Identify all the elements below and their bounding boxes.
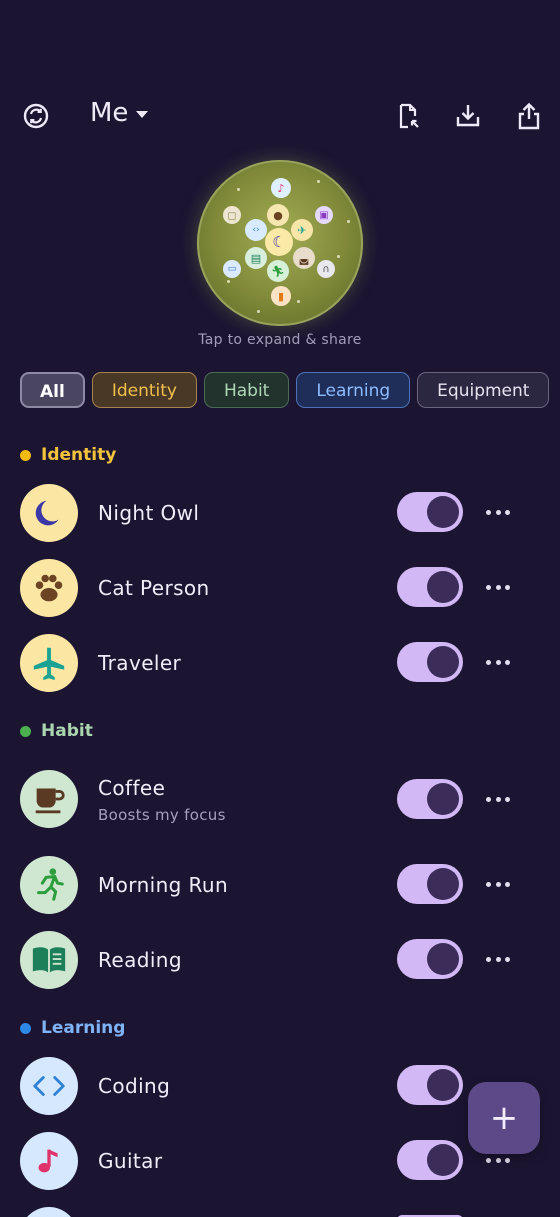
music-note-icon: ♪ (271, 178, 291, 198)
item-title: Night Owl (98, 501, 200, 525)
section-dot (20, 725, 31, 737)
watch-icon: ◻ (223, 206, 241, 224)
list-item-coding[interactable]: Coding (20, 1057, 540, 1117)
download-icon[interactable] (448, 96, 488, 136)
more-icon[interactable] (486, 500, 510, 524)
more-icon[interactable] (486, 575, 510, 599)
more-icon[interactable] (486, 872, 510, 896)
airplane-icon (20, 634, 78, 692)
chevron-down-icon (136, 110, 149, 118)
item-subtitle: Boosts my focus (98, 806, 226, 824)
list-item-coffee[interactable]: Coffee Boosts my focus (20, 770, 540, 830)
toggle-switch[interactable] (397, 1140, 463, 1180)
toggle-switch[interactable] (397, 864, 463, 904)
item-title: Guitar (98, 1149, 163, 1173)
avatar (20, 1207, 78, 1217)
toggle-switch[interactable] (397, 642, 463, 682)
item-title: Coding (98, 1074, 171, 1098)
section-label: Habit (41, 721, 93, 741)
paw-icon (20, 559, 78, 617)
moon-icon: ☾ (265, 228, 293, 256)
toggle-switch[interactable] (397, 567, 463, 607)
chip-equipment[interactable]: Equipment (417, 372, 550, 408)
list-item-partial (20, 1207, 540, 1217)
airplane-icon: ✈ (291, 219, 313, 241)
section-habit: Habit (20, 721, 93, 741)
backpack-icon: ▮ (271, 286, 291, 306)
camera-icon: ▣ (315, 206, 333, 224)
section-learning: Learning (20, 1018, 125, 1038)
more-icon[interactable] (486, 787, 510, 811)
paw-icon: ● (267, 204, 289, 226)
plus-icon: + (489, 1098, 519, 1138)
export-file-icon[interactable] (388, 96, 428, 136)
toggle-switch[interactable] (397, 939, 463, 979)
profile-label: Me (90, 98, 129, 128)
top-bar: Me (0, 92, 560, 140)
item-title: Coffee (98, 776, 166, 800)
code-icon (20, 1057, 78, 1115)
item-title: Reading (98, 948, 182, 972)
section-label: Learning (41, 1018, 126, 1038)
list-item-night-owl[interactable]: Night Owl (20, 484, 540, 544)
music-note-icon (20, 1132, 78, 1190)
keyboard-icon: ▭ (223, 260, 241, 278)
chip-habit[interactable]: Habit (203, 372, 290, 408)
toggle-switch[interactable] (397, 492, 463, 532)
list-item-reading[interactable]: Reading (20, 931, 540, 991)
toggle-switch[interactable] (397, 779, 463, 819)
list-item-traveler[interactable]: Traveler (20, 634, 540, 694)
share-icon[interactable] (509, 96, 549, 136)
book-icon (20, 931, 78, 989)
headphones-icon: ∩ (317, 260, 335, 278)
item-title: Morning Run (98, 873, 229, 897)
list-item-cat-person[interactable]: Cat Person (20, 559, 540, 619)
more-icon[interactable] (486, 947, 510, 971)
code-icon: ‹› (245, 219, 267, 241)
badge-globe[interactable]: ♪ ● ◻ ▣ ‹› ✈ ☾ ▤ ◛ ▭ 🏃︎ ∩ ▮ (197, 160, 363, 326)
list-item-morning-run[interactable]: Morning Run (20, 856, 540, 916)
sync-icon[interactable] (16, 96, 56, 136)
book-icon: ▤ (245, 247, 267, 269)
runner-icon (20, 856, 78, 914)
section-dot (20, 1022, 31, 1034)
coffee-icon (20, 770, 78, 828)
section-label: Identity (41, 445, 117, 465)
add-button[interactable]: + (468, 1082, 540, 1154)
coffee-icon: ◛ (293, 247, 315, 269)
profile-selector[interactable]: Me (90, 98, 149, 128)
chip-identity[interactable]: Identity (91, 372, 197, 408)
chip-all[interactable]: All (20, 372, 85, 408)
filter-chips: All Identity Habit Learning Equipment (20, 372, 560, 412)
list-item-guitar[interactable]: Guitar (20, 1132, 540, 1192)
more-icon[interactable] (486, 650, 510, 674)
item-title: Cat Person (98, 576, 210, 600)
section-dot (20, 449, 31, 461)
chip-learning[interactable]: Learning (296, 372, 411, 408)
toggle-switch[interactable] (397, 1065, 463, 1105)
section-identity: Identity (20, 445, 116, 465)
runner-icon: 🏃︎ (267, 260, 289, 282)
moon-icon (20, 484, 78, 542)
globe-caption: Tap to expand & share (198, 332, 362, 348)
item-title: Traveler (98, 651, 182, 675)
